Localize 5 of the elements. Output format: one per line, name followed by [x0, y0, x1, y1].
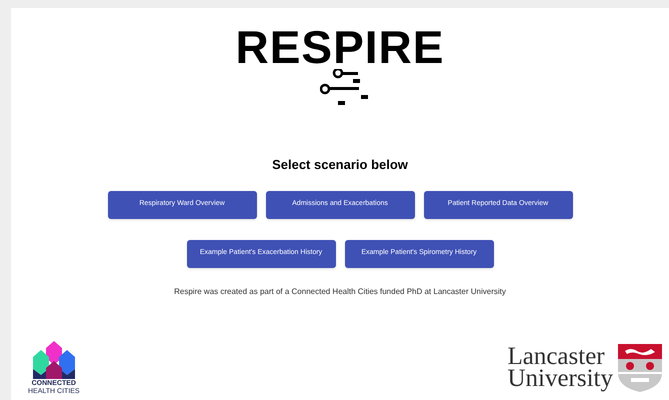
credit-text: Respire was created as part of a Connected Health Cities funded PhD at Lancaster University: [174, 286, 506, 298]
heading: Select scenario below: [272, 156, 408, 174]
university-name: Lancaster: [507, 346, 605, 368]
university-name: University: [507, 368, 613, 390]
respire-logo: RESPIRE: [236, 25, 444, 69]
